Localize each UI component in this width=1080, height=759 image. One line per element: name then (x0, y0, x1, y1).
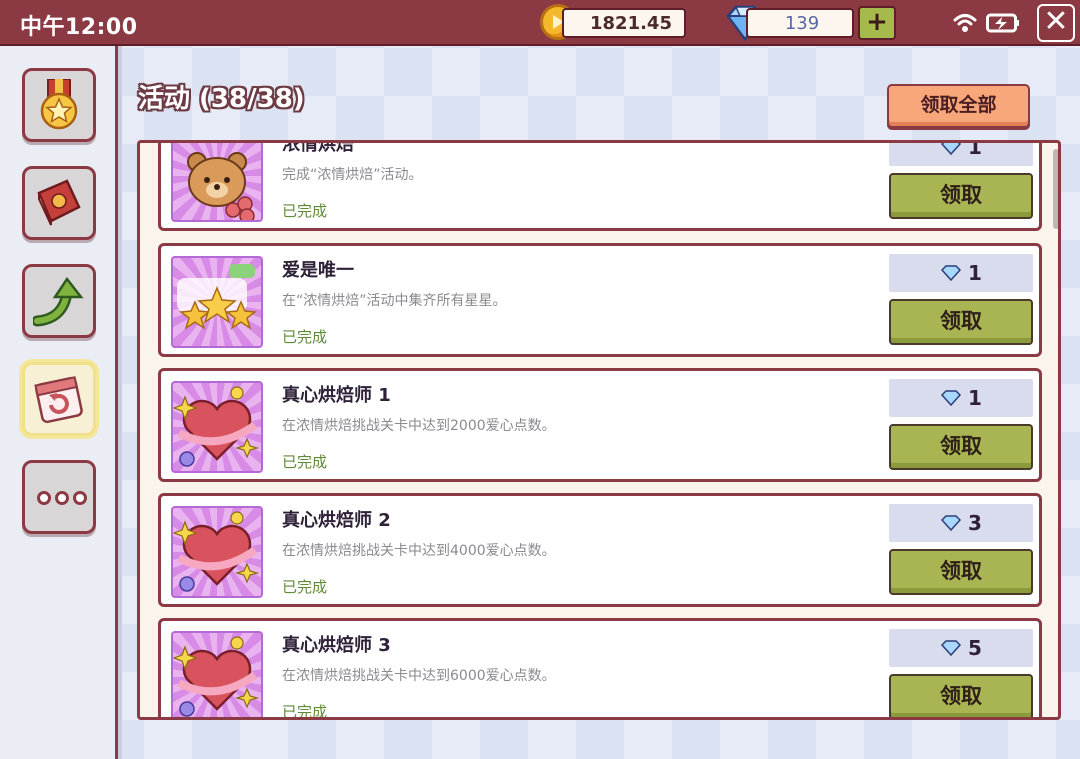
reward-amount: 1 (968, 140, 982, 159)
achievement-description: 完成“浓情烘焙”活动。 (282, 167, 423, 183)
achievement-description: 在浓情烘焙挑战关卡中达到6000爱心点数。 (282, 668, 556, 684)
three-stars-icon (177, 264, 257, 330)
reward-badge: 3 (889, 504, 1033, 542)
heart-ribbon-icon (173, 511, 260, 592)
achievement-title: 真心烘焙师 3 (282, 635, 391, 656)
achievement-list[interactable]: 浓情烘焙 完成“浓情烘焙”活动。 已完成 1 领取 爱是唯一 在“浓情烘焙”活动… (137, 140, 1061, 720)
reward-badge: 1 (889, 254, 1033, 292)
achievement-status: 已完成 (282, 703, 328, 720)
achievement-card: 真心烘焙师 1 在浓情烘焙挑战关卡中达到2000爱心点数。 已完成 1 领取 (158, 368, 1042, 482)
book-icon (37, 179, 81, 226)
achievement-description: 在浓情烘焙挑战关卡中达到4000爱心点数。 (282, 543, 556, 559)
achievement-thumbnail (171, 631, 263, 717)
medal-star-icon (40, 79, 78, 130)
achievement-status: 已完成 (282, 578, 328, 596)
green-arrow-up-icon (33, 276, 84, 327)
claim-button[interactable]: 领取 (889, 173, 1033, 219)
more-dots-icon (37, 491, 87, 505)
achievement-title: 真心烘焙师 2 (282, 510, 391, 531)
claim-button[interactable]: 领取 (889, 424, 1033, 470)
achievement-thumbnail (171, 256, 263, 348)
achievement-card: 爱是唯一 在“浓情烘焙”活动中集齐所有星星。 已完成 1 领取 (158, 243, 1042, 357)
calendar-refresh-icon (34, 376, 83, 424)
gem-icon (940, 515, 962, 531)
claim-button[interactable]: 领取 (889, 674, 1033, 717)
sidebar-item-book[interactable] (22, 166, 96, 240)
clock: 中午12:00 (20, 15, 138, 40)
heart-ribbon-icon (173, 386, 260, 467)
gem-icon (940, 640, 962, 656)
achievement-thumbnail (171, 381, 263, 473)
achievement-status: 已完成 (282, 202, 328, 220)
claim-all-button[interactable]: 领取全部 (887, 84, 1030, 128)
sidebar-item-events[interactable] (22, 362, 96, 436)
achievement-thumbnail (171, 506, 263, 598)
achievement-status: 已完成 (282, 453, 328, 471)
reward-amount: 3 (968, 511, 982, 535)
gem-icon (940, 143, 962, 155)
reward-badge: 1 (889, 140, 1033, 166)
achievement-card: 真心烘焙师 2 在浓情烘焙挑战关卡中达到4000爱心点数。 已完成 3 领取 (158, 493, 1042, 607)
achievement-card: 浓情烘焙 完成“浓情烘焙”活动。 已完成 1 领取 (158, 140, 1042, 231)
gem-balance: 139 (746, 8, 854, 38)
add-gems-button[interactable]: + (858, 6, 896, 40)
achievement-title: 爱是唯一 (282, 260, 354, 281)
reward-amount: 1 (968, 386, 982, 410)
status-bar: 中午12:00 1821.45 139 + ✕ (0, 0, 1080, 46)
achievement-thumbnail (171, 143, 263, 222)
page-title: 活动 (38/38) (138, 84, 305, 114)
bear-bouquet-icon (187, 152, 255, 220)
achievement-title: 浓情烘焙 (282, 140, 354, 155)
claim-button[interactable]: 领取 (889, 549, 1033, 595)
coin-balance: 1821.45 (562, 8, 686, 38)
achievement-card: 真心烘焙师 3 在浓情烘焙挑战关卡中达到6000爱心点数。 已完成 5 领取 (158, 618, 1042, 720)
close-button[interactable]: ✕ (1037, 4, 1075, 42)
gem-icon (940, 390, 962, 406)
battery-charging-icon (986, 13, 1019, 33)
achievement-description: 在浓情烘焙挑战关卡中达到2000爱心点数。 (282, 418, 556, 434)
wifi-icon (953, 14, 977, 32)
heart-ribbon-icon (173, 636, 260, 717)
sidebar-item-more[interactable] (22, 460, 96, 534)
sidebar (0, 46, 118, 759)
gem-icon (940, 265, 962, 281)
achievement-status: 已完成 (282, 328, 328, 346)
reward-badge: 5 (889, 629, 1033, 667)
achievement-description: 在“浓情烘焙”活动中集齐所有星星。 (282, 293, 507, 309)
claim-button[interactable]: 领取 (889, 299, 1033, 345)
achievement-title: 真心烘焙师 1 (282, 385, 391, 406)
reward-badge: 1 (889, 379, 1033, 417)
scrollbar-thumb[interactable] (1053, 149, 1058, 229)
sidebar-item-medal[interactable] (22, 68, 96, 142)
reward-amount: 1 (968, 261, 982, 285)
reward-amount: 5 (968, 636, 982, 660)
sidebar-item-upgrade[interactable] (22, 264, 96, 338)
